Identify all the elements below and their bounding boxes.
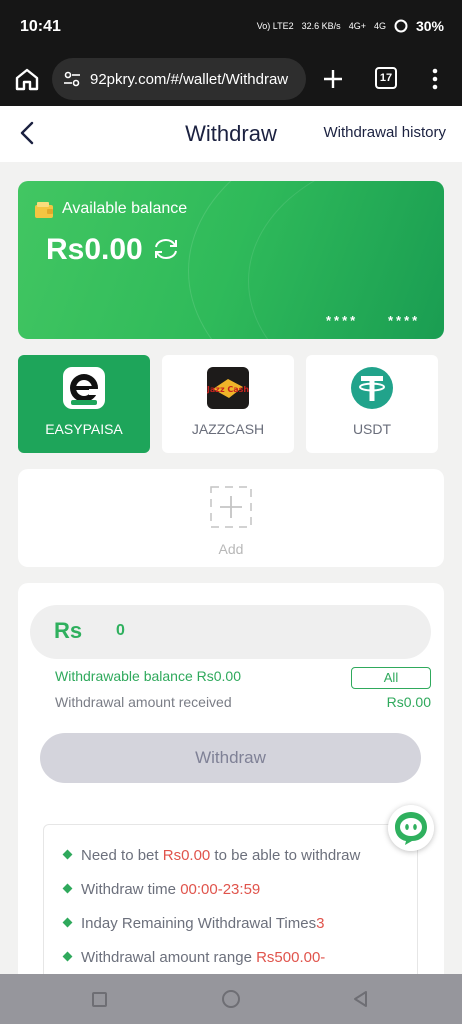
jazzcash-logo-icon: Jazz Cash <box>207 367 249 409</box>
rule-text: Need to bet <box>81 847 163 864</box>
rule-highlight: Rs500.00- <box>256 949 326 966</box>
diamond-bullet-icon <box>62 917 73 928</box>
rule-item: Need to bet Rs0.00 to be able to withdra… <box>62 847 361 864</box>
site-settings-icon[interactable] <box>62 69 82 89</box>
loading-ring-icon <box>394 19 408 33</box>
signal-label-1: 4G+ <box>348 21 366 31</box>
tether-logo-icon <box>351 367 393 409</box>
add-label: Add <box>218 541 244 557</box>
recents-icon[interactable] <box>92 992 107 1007</box>
more-menu-icon[interactable] <box>430 66 440 92</box>
diamond-bullet-icon <box>62 951 73 962</box>
method-label: EASYPAISA <box>45 421 123 437</box>
support-chat-icon[interactable] <box>388 805 434 851</box>
easypaisa-logo-icon <box>63 367 105 409</box>
amount-received-value: Rs0.00 <box>386 694 431 710</box>
method-label: USDT <box>352 421 392 437</box>
method-usdt[interactable]: USDT <box>306 355 438 453</box>
home-icon[interactable] <box>14 66 40 92</box>
card-number-mask-left: **** <box>326 313 359 328</box>
status-icons: Vo) LTE2 32.6 KB/s 4G+ 4G 30% <box>257 18 444 34</box>
add-square-icon[interactable] <box>209 485 253 529</box>
battery-percent: 30% <box>415 18 444 34</box>
home-circle-icon[interactable] <box>222 990 240 1008</box>
rule-text: Inday Remaining Withdrawal Times <box>81 915 317 932</box>
all-amount-button[interactable]: All <box>351 667 431 689</box>
new-tab-icon[interactable] <box>320 66 346 92</box>
rule-highlight: Rs0.00 <box>162 847 211 864</box>
status-bar: 10:41 Vo) LTE2 32.6 KB/s 4G+ 4G 30% <box>0 0 462 54</box>
balance-card: Available balance Rs0.00 **** **** <box>18 181 444 339</box>
available-balance-label: Available balance <box>62 200 188 217</box>
page-header: Withdraw Withdrawal history <box>0 106 462 162</box>
tab-switcher-icon[interactable]: 17 <box>375 67 397 89</box>
refresh-icon[interactable] <box>152 237 180 261</box>
system-navigation-bar <box>0 974 462 1024</box>
amount-received-label: Withdrawal amount received <box>55 694 232 710</box>
withdraw-panel: Rs 0 Withdrawable balance Rs0.00 All Wit… <box>18 583 444 1024</box>
currency-symbol: Rs <box>54 618 83 643</box>
rule-item: Withdrawal amount range Rs500.00- <box>62 949 326 966</box>
add-account-card[interactable]: Add <box>18 469 444 567</box>
back-triangle-icon[interactable] <box>352 990 370 1008</box>
rule-text: Withdrawal amount range <box>81 949 257 966</box>
withdraw-button[interactable]: Withdraw <box>40 733 421 783</box>
browser-toolbar: 92pkry.com/#/wallet/Withdraw 17 <box>0 54 462 106</box>
amount-value[interactable]: 0 <box>116 622 125 640</box>
status-time: 10:41 <box>20 18 61 35</box>
method-easypaisa[interactable]: EASYPAISA <box>18 355 150 453</box>
rule-highlight: 3 <box>316 915 325 932</box>
rule-text: Withdraw time <box>81 881 181 898</box>
available-balance-amount: Rs0.00 <box>46 233 143 266</box>
speed-label: 32.6 KB/s <box>301 21 341 31</box>
rule-text: to be able to withdraw <box>210 847 361 864</box>
amount-input[interactable]: Rs 0 <box>30 605 431 659</box>
url-text[interactable]: 92pkry.com/#/wallet/Withdraw <box>90 71 288 88</box>
rule-item: Inday Remaining Withdrawal Times3 <box>62 915 325 932</box>
card-number-mask-right: **** <box>388 313 421 328</box>
withdrawable-balance-text: Withdrawable balance Rs0.00 <box>55 668 241 684</box>
address-bar[interactable]: 92pkry.com/#/wallet/Withdraw <box>52 58 306 100</box>
method-label: JAZZCASH <box>191 421 265 437</box>
method-jazzcash[interactable]: Jazz Cash JAZZCASH <box>162 355 294 453</box>
wallet-icon <box>35 202 53 218</box>
jazzcash-logo-text: Jazz Cash <box>207 385 249 394</box>
signal-label-2: 4G <box>373 21 386 31</box>
diamond-bullet-icon <box>62 883 73 894</box>
rule-item: Withdraw time 00:00-23:59 <box>62 881 261 898</box>
network-label: Vo) LTE2 <box>256 21 294 31</box>
rule-highlight: 00:00-23:59 <box>180 881 261 898</box>
diamond-bullet-icon <box>62 849 73 860</box>
withdrawal-history-link[interactable]: Withdrawal history <box>323 124 446 141</box>
